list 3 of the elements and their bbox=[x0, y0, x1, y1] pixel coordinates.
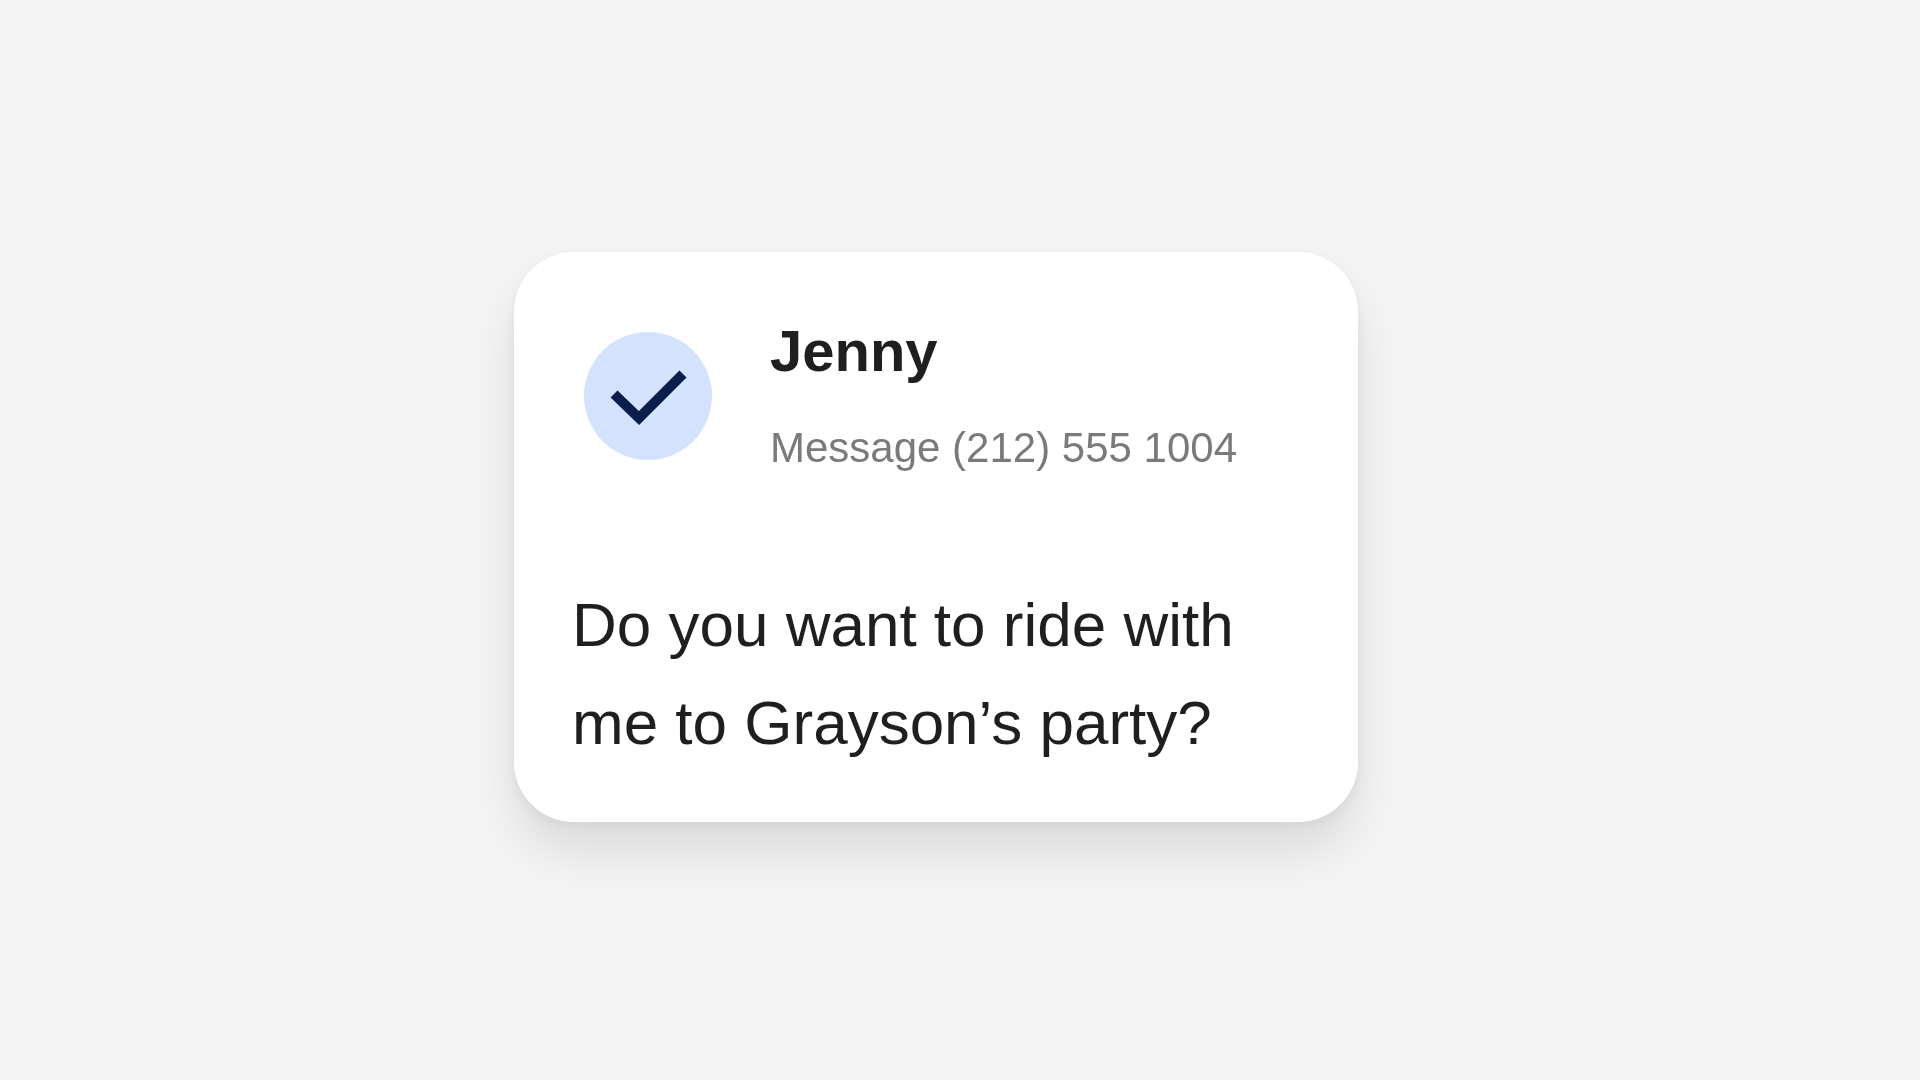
contact-name: Jenny bbox=[770, 317, 939, 385]
contact-subtitle: Message (212) 555 1004 bbox=[770, 423, 1237, 473]
message-text: Do you want to ride with me to Grayson’s party? bbox=[572, 589, 1235, 759]
